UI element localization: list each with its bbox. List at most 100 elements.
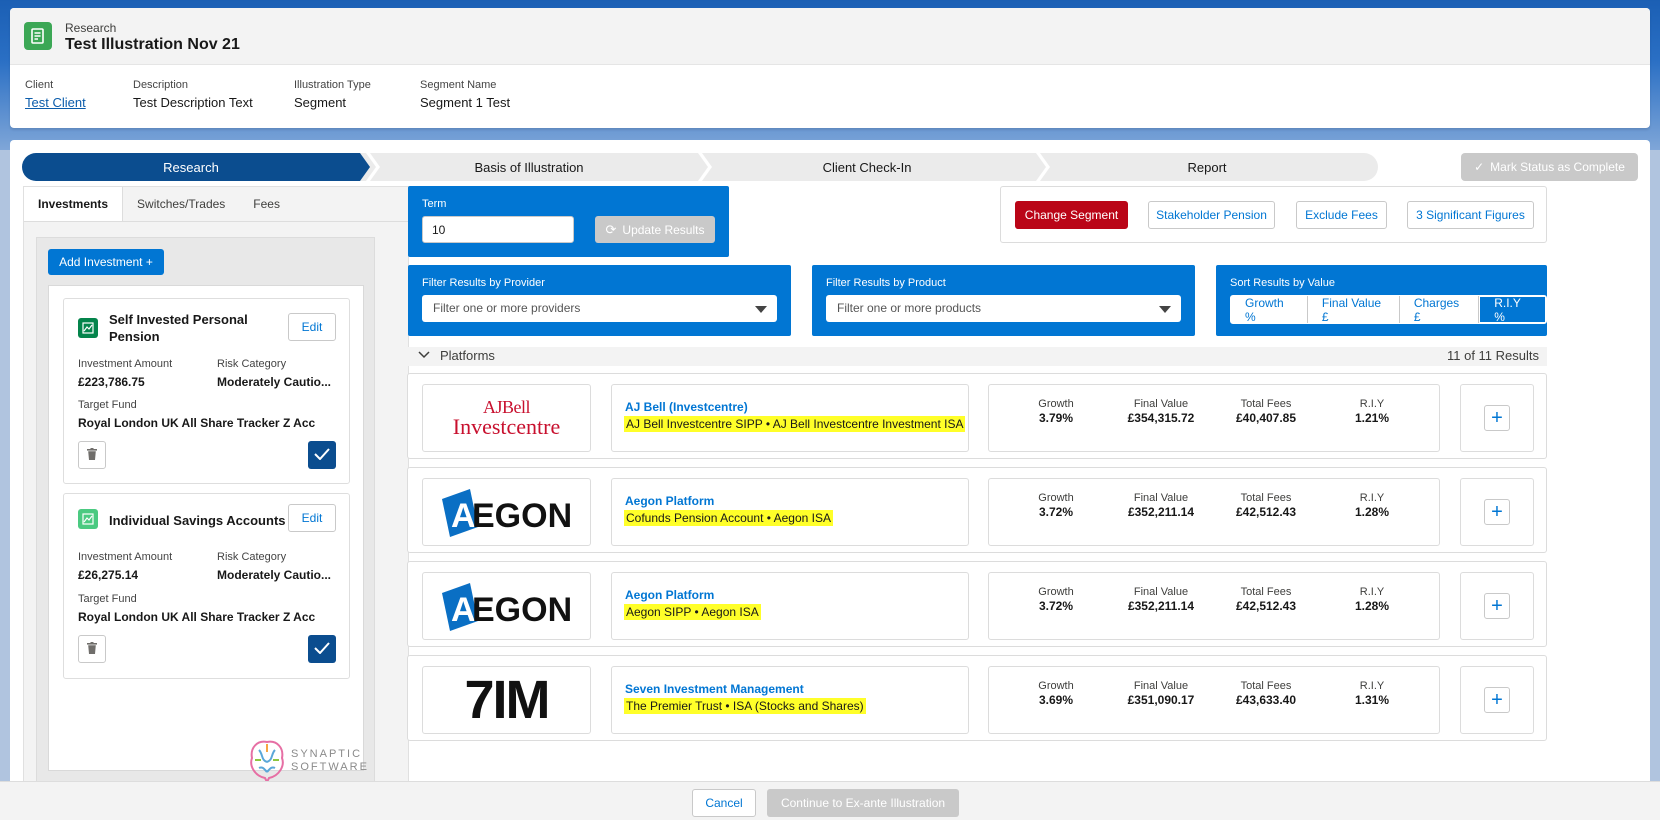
provider-name-link[interactable]: Aegon Platform bbox=[625, 588, 714, 602]
provider-details: Aegon Platform Cofunds Pension Account •… bbox=[611, 478, 969, 546]
stakeholder-pension-button[interactable]: Stakeholder Pension bbox=[1148, 201, 1275, 229]
logo-line1: SYNAPTIC bbox=[291, 748, 363, 760]
stat-value: £43,633.40 bbox=[1235, 693, 1297, 707]
logo-line2: SOFTWARE bbox=[291, 761, 369, 773]
provider-filter-select[interactable]: Filter one or more providers bbox=[422, 295, 777, 322]
field-value: Segment bbox=[294, 95, 347, 110]
provider-filter-label: Filter Results by Provider bbox=[422, 277, 545, 289]
confirm-investment-button[interactable] bbox=[308, 635, 336, 663]
stat-label: Growth bbox=[1038, 586, 1074, 598]
brain-icon bbox=[250, 740, 284, 784]
sort-final-value-button[interactable]: Final Value £ bbox=[1308, 296, 1400, 324]
stat-label: Total Fees bbox=[1240, 586, 1292, 598]
stat-riy: R.I.Y 1.28% bbox=[1327, 586, 1417, 613]
result-stats: Growth 3.69% Final Value £351,090.17 Total… bbox=[988, 666, 1440, 734]
edit-investment-button[interactable]: Edit bbox=[288, 504, 336, 532]
provider-products: Cofunds Pension Account • Aegon ISA bbox=[624, 510, 834, 526]
update-results-button[interactable]: ⟳ Update Results bbox=[595, 216, 715, 243]
investment-image-icon bbox=[78, 509, 98, 529]
provider-name-link[interactable]: Seven Investment Management bbox=[625, 682, 804, 696]
add-result-button[interactable]: + bbox=[1484, 687, 1510, 713]
investments-panel: Investments Switches/Trades Fees Add Inv… bbox=[23, 186, 409, 820]
client-link[interactable]: Test Client bbox=[25, 95, 93, 110]
stat-final-value: Final Value £352,211.14 bbox=[1116, 492, 1206, 519]
stat-value: 3.79% bbox=[1038, 411, 1074, 425]
provider-name-link[interactable]: AJ Bell (Investcentre) bbox=[625, 400, 748, 414]
plus-icon: + bbox=[1491, 501, 1503, 523]
action-buttons-panel: Change Segment Stakeholder Pension Exclu… bbox=[1000, 186, 1547, 243]
tab-fees[interactable]: Fees bbox=[239, 187, 294, 221]
sort-growth-button[interactable]: Growth % bbox=[1231, 296, 1308, 324]
amount-value: £26,275.14 bbox=[78, 568, 139, 582]
trash-icon bbox=[87, 641, 97, 657]
field-label: Description bbox=[133, 79, 189, 91]
amount-label: Investment Amount bbox=[78, 551, 173, 563]
field-client: Client Test Client bbox=[25, 79, 93, 110]
risk-label: Risk Category bbox=[217, 358, 287, 370]
sort-riy-button[interactable]: R.I.Y % bbox=[1479, 296, 1546, 324]
change-segment-button[interactable]: Change Segment bbox=[1015, 201, 1128, 229]
term-input[interactable]: 10 bbox=[422, 216, 574, 243]
stat-value: £42,512.43 bbox=[1235, 599, 1297, 613]
fund-label: Target Fund bbox=[78, 399, 137, 411]
stat-label: Final Value bbox=[1133, 492, 1189, 504]
add-result-button[interactable]: + bbox=[1484, 593, 1510, 619]
logo-text: EGON bbox=[472, 497, 572, 535]
aegon-logo: A EGON bbox=[438, 487, 576, 537]
stat-label: Total Fees bbox=[1240, 492, 1292, 504]
investments-container: Add Investment + Self Invested Personal … bbox=[36, 237, 375, 820]
mark-complete-button[interactable]: ✓ Mark Status as Complete bbox=[1461, 153, 1638, 181]
confirm-investment-button[interactable] bbox=[308, 441, 336, 469]
provider-products: AJ Bell Investcentre SIPP • AJ Bell Inve… bbox=[624, 416, 966, 432]
sort-charges-button[interactable]: Charges £ bbox=[1400, 296, 1480, 324]
edit-investment-button[interactable]: Edit bbox=[288, 313, 336, 341]
delete-investment-button[interactable] bbox=[78, 635, 106, 663]
significant-figures-button[interactable]: 3 Significant Figures bbox=[1407, 201, 1534, 229]
exclude-fees-button[interactable]: Exclude Fees bbox=[1296, 201, 1387, 229]
provider-filter-placeholder: Filter one or more providers bbox=[433, 301, 581, 315]
risk-value: Moderately Cautio... bbox=[217, 375, 332, 389]
add-result-button[interactable]: + bbox=[1484, 499, 1510, 525]
header-top: Research Test Illustration Nov 21 bbox=[10, 8, 1650, 65]
stat-value: £352,211.14 bbox=[1127, 599, 1195, 613]
continue-button[interactable]: Continue to Ex-ante Illustration bbox=[767, 789, 959, 817]
path-chevrons bbox=[360, 153, 1050, 181]
investment-card: Individual Savings Accounts Edit Investm… bbox=[63, 493, 350, 679]
stat-total-fees: Total Fees £43,633.40 bbox=[1221, 680, 1311, 707]
stat-label: R.I.Y bbox=[1359, 680, 1385, 692]
platforms-section-header[interactable]: Platforms 11 of 11 Results bbox=[408, 347, 1547, 366]
stat-final-value: Final Value £352,211.14 bbox=[1116, 586, 1206, 613]
delete-investment-button[interactable] bbox=[78, 441, 106, 469]
stat-growth: Growth 3.72% bbox=[1011, 586, 1101, 613]
result-card: AJBell Investcentre AJ Bell (Investcentr… bbox=[407, 373, 1547, 459]
stat-value: £40,407.85 bbox=[1235, 411, 1297, 425]
cancel-button[interactable]: Cancel bbox=[692, 789, 756, 817]
platforms-title: Platforms bbox=[440, 348, 495, 363]
amount-label: Investment Amount bbox=[78, 358, 173, 370]
provider-products: The Premier Trust • ISA (Stocks and Shar… bbox=[624, 698, 866, 714]
risk-label: Risk Category bbox=[217, 551, 287, 563]
provider-logo: 7IM bbox=[422, 666, 591, 734]
trash-icon bbox=[87, 447, 97, 463]
add-result-button[interactable]: + bbox=[1484, 405, 1510, 431]
provider-name-link[interactable]: Aegon Platform bbox=[625, 494, 714, 508]
field-illustration-type: Illustration Type Segment bbox=[294, 79, 380, 110]
stat-value: £42,512.43 bbox=[1235, 505, 1297, 519]
add-investment-button[interactable]: Add Investment + bbox=[48, 249, 164, 275]
chevron-down-icon[interactable] bbox=[418, 349, 430, 364]
add-result-cell: + bbox=[1460, 478, 1534, 546]
provider-filter-panel: Filter Results by Provider Filter one or… bbox=[408, 265, 791, 336]
path-bar: Research Basis of Illustration Client Ch… bbox=[22, 153, 1378, 181]
term-panel: Term 10 ⟳ Update Results bbox=[408, 186, 729, 257]
result-card: 7IM Seven Investment Management The Prem… bbox=[407, 655, 1547, 741]
stat-label: R.I.Y bbox=[1359, 492, 1385, 504]
product-filter-select[interactable]: Filter one or more products bbox=[826, 295, 1181, 322]
stat-growth: Growth 3.79% bbox=[1011, 398, 1101, 425]
provider-details: AJ Bell (Investcentre) AJ Bell Investcen… bbox=[611, 384, 969, 452]
tab-switches-trades[interactable]: Switches/Trades bbox=[123, 187, 239, 221]
tab-investments[interactable]: Investments bbox=[24, 187, 124, 221]
provider-products: Aegon SIPP • Aegon ISA bbox=[624, 604, 761, 620]
fund-value: Royal London UK All Share Tracker Z Acc bbox=[78, 610, 316, 624]
investment-list[interactable]: Self Invested Personal Pension Edit Inve… bbox=[48, 285, 367, 784]
record-title: Test Illustration Nov 21 bbox=[65, 36, 240, 53]
